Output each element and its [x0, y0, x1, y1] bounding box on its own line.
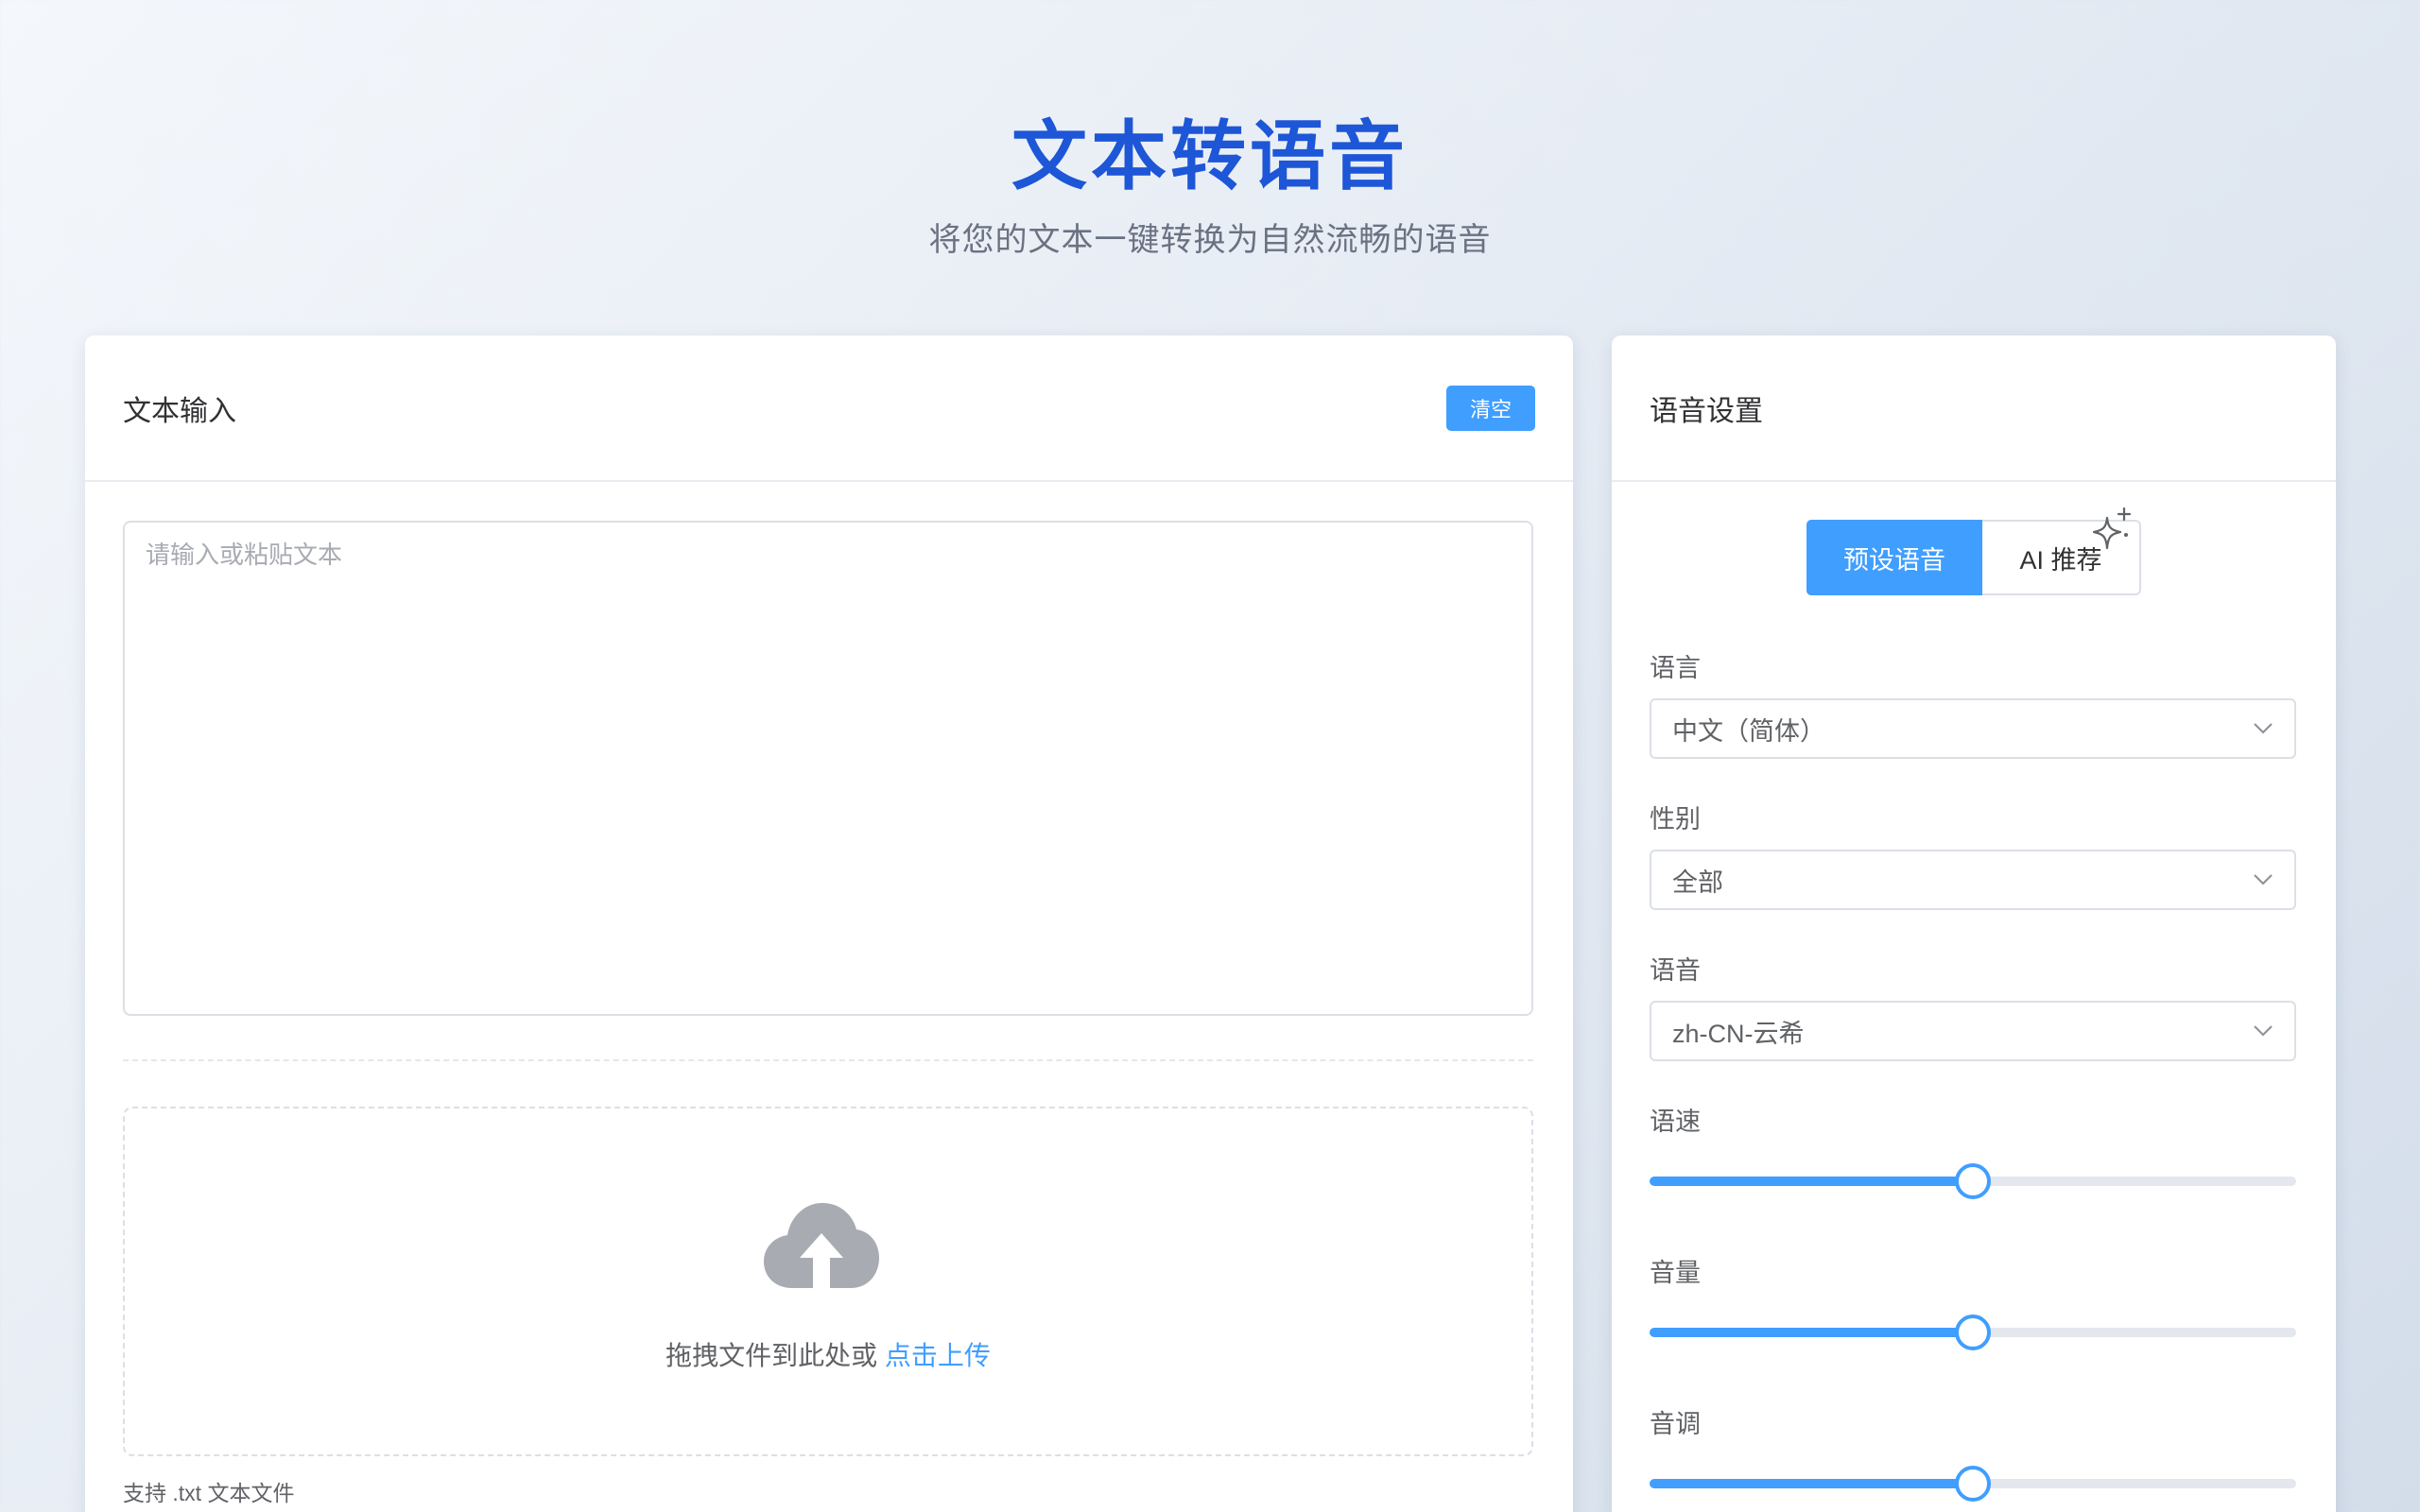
rate-slider[interactable]	[1650, 1162, 2296, 1200]
text-input-title: 文本输入	[123, 395, 236, 427]
cloud-upload-icon	[764, 1203, 879, 1290]
gender-label: 性别	[1650, 805, 1701, 833]
voice-mode-tabs: 预设语音 AI 推荐	[1806, 507, 2141, 595]
chevron-down-icon	[2254, 723, 2273, 734]
pitch-label: 音调	[1650, 1410, 1701, 1438]
text-input-area[interactable]	[123, 521, 1533, 1016]
upload-prompt: 拖拽文件到此处或	[666, 1341, 878, 1370]
slider-thumb[interactable]	[1955, 1466, 1991, 1502]
gender-select[interactable]: 全部	[1650, 850, 2296, 910]
divider	[123, 1059, 1533, 1061]
slider-thumb[interactable]	[1955, 1163, 1991, 1199]
rate-label: 语速	[1650, 1108, 1701, 1136]
voice-select[interactable]: zh-CN-云希	[1650, 1001, 2296, 1061]
text-input-header: 文本输入 清空	[85, 335, 1573, 482]
upload-tip: 支持 .txt 文本文件	[123, 1481, 295, 1505]
language-value: 中文（简体）	[1672, 716, 1825, 746]
voice-settings-card: 语音设置 预设语音 AI 推荐 语言 中文（简体） 性别 全部 语音 zh-CN…	[1612, 335, 2336, 1512]
voice-settings-title: 语音设置	[1650, 395, 1763, 427]
tab-preset-label: 预设语音	[1843, 545, 1945, 575]
slider-fill	[1650, 1177, 1973, 1186]
sparkle-icon	[2092, 507, 2132, 550]
volume-slider[interactable]	[1650, 1314, 2296, 1351]
language-select[interactable]: 中文（简体）	[1650, 698, 2296, 759]
pitch-slider[interactable]	[1650, 1465, 2296, 1503]
chevron-down-icon	[2254, 874, 2273, 885]
slider-fill	[1650, 1328, 1973, 1337]
language-label: 语言	[1650, 654, 1701, 682]
page-header: 文本转语音 将您的文本一键转换为自然流畅的语音	[0, 112, 2420, 261]
volume-label: 音量	[1650, 1259, 1701, 1287]
chevron-down-icon	[2254, 1025, 2273, 1037]
tab-preset-voice[interactable]: 预设语音	[1806, 520, 1982, 595]
gender-value: 全部	[1672, 868, 1723, 897]
voice-settings-header: 语音设置	[1612, 335, 2336, 482]
text-input-card: 文本输入 清空 拖拽文件到此处或 点击上传 支持 .txt 文本文件	[85, 335, 1573, 1512]
upload-dropzone[interactable]: 拖拽文件到此处或 点击上传	[123, 1107, 1533, 1456]
voice-label: 语音	[1650, 956, 1701, 985]
voice-value: zh-CN-云希	[1672, 1019, 1805, 1048]
upload-link[interactable]: 点击上传	[885, 1341, 991, 1370]
upload-instructions: 拖拽文件到此处或 点击上传	[125, 1335, 1531, 1373]
slider-fill	[1650, 1479, 1973, 1488]
clear-button[interactable]: 清空	[1446, 385, 1535, 431]
slider-thumb[interactable]	[1955, 1314, 1991, 1350]
page-subtitle: 将您的文本一键转换为自然流畅的语音	[928, 222, 1492, 258]
page-title: 文本转语音	[1011, 114, 1409, 198]
